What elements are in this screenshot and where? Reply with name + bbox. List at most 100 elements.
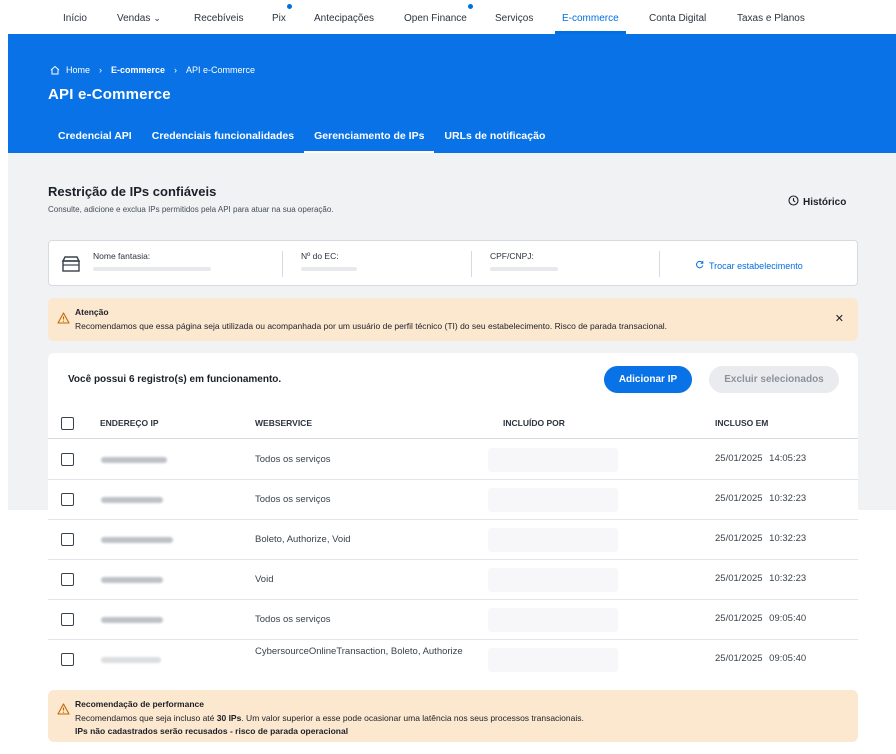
tab-credencial-api[interactable]: Credencial API	[48, 130, 142, 154]
row-webservice: Todos os serviços	[255, 454, 331, 465]
trade-name-value-redacted	[93, 267, 211, 271]
divider	[471, 251, 472, 277]
breadcrumb-current: API e-Commerce	[186, 65, 256, 75]
warning-icon	[57, 311, 70, 329]
clock-icon	[788, 195, 799, 209]
performance-title: Recomendação de performance	[75, 699, 204, 709]
switch-establishment-button[interactable]: Trocar estabelecimento	[695, 260, 803, 271]
table-row: Boleto, Authorize, Void 25/01/2025 10:32…	[48, 520, 858, 560]
performance-line-1a: Recomendamos que seja incluso até	[75, 713, 217, 723]
nav-item-antecipacoes[interactable]: Antecipações	[314, 13, 374, 24]
row-checkbox[interactable]	[61, 493, 74, 506]
nav-item-vendas-label: Vendas	[117, 13, 151, 24]
document-label: CPF/CNPJ:	[490, 251, 534, 261]
table-row: Todos os serviços 25/01/2025 14:05:23	[48, 440, 858, 480]
table-row: Todos os serviços 25/01/2025 09:05:40	[48, 600, 858, 640]
ec-number-value-redacted	[301, 267, 357, 271]
refresh-icon	[695, 260, 704, 271]
nav-item-inicio[interactable]: Início	[63, 13, 87, 24]
ip-address-redacted	[101, 497, 163, 503]
table-row: Void 25/01/2025 10:32:23	[48, 560, 858, 600]
nav-item-vendas[interactable]: Vendas ⌄	[117, 13, 161, 24]
attention-alert: Atenção Recomendamos que essa página sej…	[48, 298, 858, 341]
ip-address-redacted	[101, 617, 163, 623]
row-included-by-redacted	[488, 648, 618, 672]
row-webservice: Void	[255, 574, 274, 585]
ip-address-redacted	[101, 577, 163, 583]
performance-limit: 30 IPs	[216, 713, 242, 723]
ip-address-redacted	[101, 657, 161, 663]
tab-credenciais-funcionalidades[interactable]: Credenciais funcionalidades	[142, 130, 304, 154]
performance-line-1: Recomendamos que seja incluso até 30 IPs…	[75, 713, 584, 723]
performance-line-2: IPs não cadastrados serão recusados - ri…	[75, 726, 349, 736]
nav-item-open-finance[interactable]: Open Finance	[404, 13, 467, 24]
row-checkbox[interactable]	[61, 573, 74, 586]
row-date: 25/01/2025 09:05:40	[715, 613, 807, 624]
tab-gerenciamento-ips[interactable]: Gerenciamento de IPs	[304, 130, 435, 154]
ip-address-redacted	[101, 537, 173, 543]
header-included-at: INCLUSO EM	[715, 418, 769, 428]
row-checkbox[interactable]	[61, 453, 74, 466]
tab-urls-notificacao[interactable]: URLs de notificação	[434, 130, 555, 154]
section-title: Restrição de IPs confiáveis	[48, 184, 217, 199]
tab-bar: Credencial API Credenciais funcionalidad…	[48, 130, 555, 154]
header-webservice: WEBSERVICE	[255, 418, 312, 428]
select-all-checkbox[interactable]	[61, 417, 74, 430]
row-date: 25/01/2025 14:05:23	[715, 453, 807, 464]
row-checkbox[interactable]	[61, 533, 74, 546]
document-value-redacted	[490, 267, 558, 271]
row-included-by-redacted	[488, 488, 618, 512]
row-date: 25/01/2025 09:05:40	[715, 653, 807, 664]
section-subtitle: Consulte, adicione e exclua IPs permitid…	[48, 205, 334, 214]
row-included-by-redacted	[488, 528, 618, 552]
row-webservice: Todos os serviços	[255, 494, 331, 505]
nav-item-conta-digital[interactable]: Conta Digital	[649, 13, 706, 24]
breadcrumb-home[interactable]: Home	[66, 65, 90, 75]
nav-item-ecommerce[interactable]: E-commerce	[562, 13, 619, 24]
nav-item-servicos[interactable]: Serviços	[495, 13, 533, 24]
trade-name-label: Nome fantasia:	[93, 251, 151, 261]
breadcrumb-separator-icon: ›	[99, 65, 103, 75]
row-webservice: CybersourceOnlineTransaction, Boleto, Au…	[255, 646, 463, 657]
header-included-by: INCLUÍDO POR	[503, 418, 565, 428]
header-ip: ENDEREÇO IP	[100, 418, 159, 428]
row-checkbox[interactable]	[61, 613, 74, 626]
row-included-by-redacted	[488, 568, 618, 592]
row-webservice: Boleto, Authorize, Void	[255, 534, 351, 545]
divider	[659, 251, 660, 277]
table-row: Todos os serviços 25/01/2025 10:32:23	[48, 480, 858, 520]
breadcrumb-ecommerce[interactable]: E-commerce	[111, 65, 165, 75]
ip-table-card: Você possui 6 registro(s) em funcionamen…	[48, 353, 858, 678]
row-webservice: Todos os serviços	[255, 614, 331, 625]
home-icon	[50, 65, 60, 75]
nav-item-pix[interactable]: Pix	[272, 13, 286, 24]
chevron-down-icon: ⌄	[153, 13, 161, 23]
add-ip-button[interactable]: Adicionar IP	[604, 366, 692, 393]
switch-establishment-label: Trocar estabelecimento	[709, 260, 803, 271]
breadcrumb-separator-icon: ›	[174, 65, 178, 75]
establishment-card: Nome fantasia: Nº do EC: CPF/CNPJ: Troca…	[48, 240, 858, 286]
ec-number-label: Nº do EC:	[301, 251, 339, 261]
performance-recommendation: Recomendação de performance Recomendamos…	[48, 690, 858, 742]
row-date: 25/01/2025 10:32:23	[715, 573, 807, 584]
delete-selected-button[interactable]: Excluir selecionados	[709, 366, 839, 393]
divider	[282, 251, 283, 277]
close-icon[interactable]: ✕	[835, 312, 844, 325]
nav-item-recebiveis[interactable]: Recebíveis	[194, 13, 243, 24]
history-button[interactable]: Histórico	[788, 195, 846, 209]
store-icon	[61, 255, 81, 278]
pix-notification-dot	[287, 4, 292, 9]
table-row: CybersourceOnlineTransaction, Boleto, Au…	[48, 640, 858, 680]
performance-line-1c: . Um valor superior a esse pode ocasiona…	[241, 713, 584, 723]
page-title: API e-Commerce	[48, 86, 171, 103]
row-checkbox[interactable]	[61, 653, 74, 666]
alert-title: Atenção	[75, 307, 109, 317]
nav-item-taxas-planos[interactable]: Taxas e Planos	[737, 13, 805, 24]
history-label: Histórico	[803, 196, 847, 208]
page-header: Home › E-commerce › API e-Commerce API e…	[8, 34, 896, 154]
breadcrumb: Home › E-commerce › API e-Commerce	[50, 65, 255, 75]
row-included-by-redacted	[488, 448, 618, 472]
top-navigation: Início Vendas ⌄ Recebíveis Pix Antecipaçõ…	[0, 0, 896, 34]
row-date: 25/01/2025 10:32:23	[715, 493, 807, 504]
ip-address-redacted	[101, 457, 167, 463]
